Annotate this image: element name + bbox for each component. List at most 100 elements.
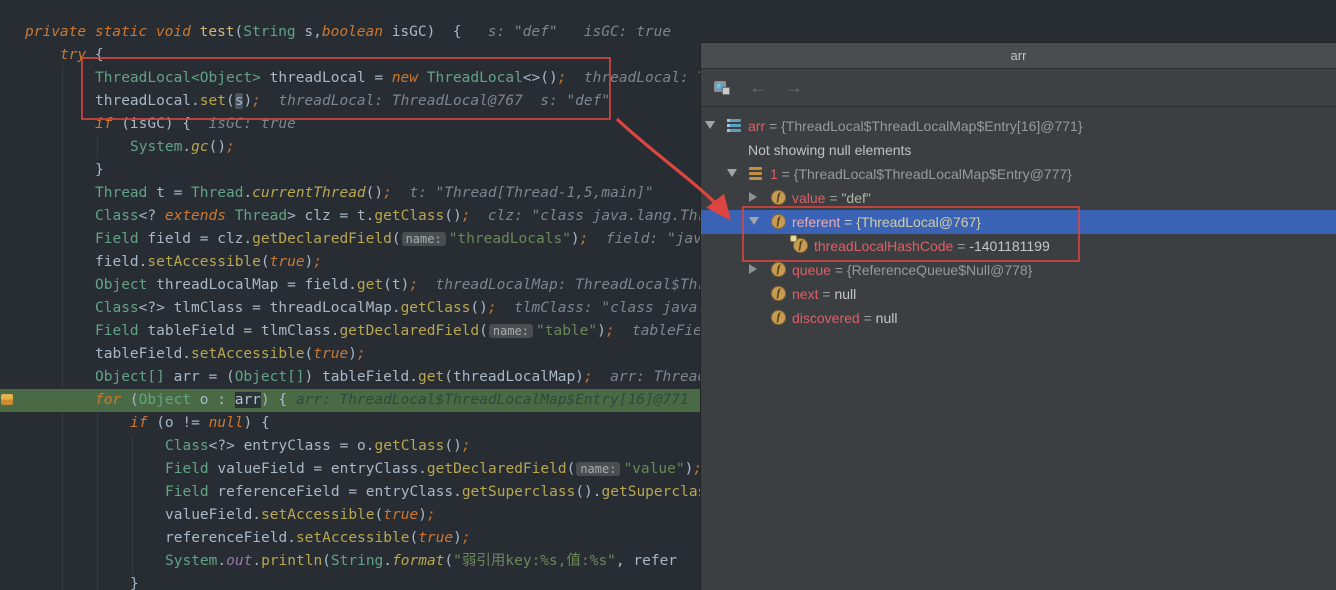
code-token: String bbox=[243, 24, 295, 40]
code-token: . bbox=[252, 553, 261, 569]
debugger-inline-hint: arr: ThreadLocal$ThreadLocalMap$Entry[16… bbox=[296, 392, 689, 408]
collapse-arrow-icon[interactable] bbox=[749, 217, 759, 225]
code-token: valueField. bbox=[165, 507, 261, 523]
code-token: for bbox=[95, 392, 121, 408]
code-token: ; bbox=[383, 185, 392, 201]
code-token: ) { bbox=[244, 415, 270, 431]
field-icon: f bbox=[771, 190, 786, 205]
code-token: () bbox=[444, 208, 461, 224]
code-token: ( bbox=[392, 231, 401, 247]
field-icon: f bbox=[771, 214, 786, 229]
code-token: ) bbox=[418, 507, 427, 523]
equals-sign: = bbox=[818, 286, 834, 302]
code-token: ; bbox=[462, 530, 471, 546]
variable-row-queue[interactable]: fqueue = {ReferenceQueue$Null@778} bbox=[701, 258, 1336, 282]
code-token: ; bbox=[606, 323, 615, 339]
variable-row-value[interactable]: fvalue = "def" bbox=[701, 186, 1336, 210]
code-token: true bbox=[313, 346, 348, 362]
forward-button[interactable]: → bbox=[783, 77, 805, 99]
code-token: get bbox=[357, 277, 383, 293]
variable-row-discovered[interactable]: f discovered = null bbox=[701, 306, 1336, 330]
variable-text: queue = {ReferenceQueue$Null@778} bbox=[792, 258, 1032, 282]
code-token: getSuperclass bbox=[462, 484, 576, 500]
variable-name: referent bbox=[792, 214, 840, 230]
code-token: Thread bbox=[191, 185, 243, 201]
code-token: String bbox=[331, 553, 383, 569]
variable-row-threadLocalHashCode[interactable]: fthreadLocalHashCode = -1401181199 bbox=[701, 234, 1336, 258]
back-button[interactable]: ← bbox=[747, 77, 769, 99]
final-field-badge bbox=[790, 235, 797, 242]
code-token: tableField. bbox=[95, 346, 191, 362]
view-as-icon bbox=[714, 81, 730, 95]
code-token: format bbox=[392, 553, 444, 569]
code-token: ) bbox=[243, 93, 252, 109]
variables-tree: arr = {ThreadLocal$ThreadLocalMap$Entry[… bbox=[701, 114, 1336, 590]
code-token: Thread bbox=[235, 208, 287, 224]
code-token: arr bbox=[235, 392, 261, 408]
popup-title[interactable]: arr bbox=[701, 43, 1336, 69]
code-token: Class bbox=[95, 300, 139, 316]
tree-note-row[interactable]: Not showing null elements bbox=[701, 138, 1336, 162]
equals-sign: = bbox=[840, 214, 856, 230]
variable-row-arr[interactable]: arr = {ThreadLocal$ThreadLocalMap$Entry[… bbox=[701, 114, 1336, 138]
variable-value: {ReferenceQueue$Null@778} bbox=[847, 262, 1032, 278]
array-icon bbox=[727, 119, 741, 132]
code-token: . bbox=[383, 553, 392, 569]
code-token: (o != bbox=[147, 415, 208, 431]
code-token: new bbox=[392, 70, 418, 86]
code-token: referenceField = entryClass. bbox=[209, 484, 462, 500]
debugger-inline-hint: s: "def" isGC: true bbox=[470, 24, 671, 40]
code-token: ( bbox=[322, 553, 331, 569]
collapse-arrow-icon[interactable] bbox=[705, 121, 715, 129]
code-token: set bbox=[200, 93, 226, 109]
variables-view-icon[interactable] bbox=[711, 77, 733, 99]
equals-sign: = bbox=[953, 238, 969, 254]
code-token: () bbox=[444, 438, 461, 454]
variable-row-next[interactable]: fnext = null bbox=[701, 282, 1336, 306]
code-token: ) bbox=[571, 231, 580, 247]
variable-name: value bbox=[792, 190, 825, 206]
code-token: , refer bbox=[616, 553, 677, 569]
code-token: . bbox=[243, 185, 252, 201]
code-token: ; bbox=[357, 346, 366, 362]
code-token: "弱引用key:%s,值:%s" bbox=[453, 553, 616, 569]
code-token: getClass bbox=[375, 438, 445, 454]
code-token: "threadLocals" bbox=[449, 231, 571, 247]
code-token: ; bbox=[409, 277, 418, 293]
expand-arrow-icon[interactable] bbox=[749, 192, 757, 202]
equals-sign: = bbox=[825, 190, 841, 206]
code-token: s, bbox=[296, 24, 322, 40]
variable-value: {ThreadLocal$ThreadLocalMap$Entry@777} bbox=[794, 166, 1072, 182]
field-icon: f bbox=[771, 310, 786, 325]
code-token: Object bbox=[95, 277, 147, 293]
code-token: ( bbox=[567, 461, 576, 477]
bookmark-icon[interactable] bbox=[1, 394, 13, 405]
field-icon: f bbox=[771, 286, 786, 301]
equals-sign: = bbox=[778, 166, 794, 182]
code-token: ThreadLocal<Object> bbox=[95, 70, 261, 86]
code-token: setAccessible bbox=[191, 346, 305, 362]
equals-sign: = bbox=[831, 262, 847, 278]
variable-text: discovered = null bbox=[792, 306, 897, 330]
code-line[interactable]: private static void test(String s,boolea… bbox=[0, 21, 1336, 44]
param-name-hint: name: bbox=[489, 324, 533, 338]
expand-arrow-icon[interactable] bbox=[749, 264, 757, 274]
code-token: ) bbox=[597, 323, 606, 339]
code-token: getClass bbox=[401, 300, 471, 316]
entry-value-icon bbox=[749, 167, 762, 180]
variable-text: 1 = {ThreadLocal$ThreadLocalMap$Entry@77… bbox=[770, 162, 1072, 186]
code-token: if bbox=[95, 116, 112, 132]
code-token: Object[] bbox=[235, 369, 305, 385]
code-token: ( bbox=[479, 323, 488, 339]
collapse-arrow-icon[interactable] bbox=[727, 169, 737, 177]
variable-row-1[interactable]: 1 = {ThreadLocal$ThreadLocalMap$Entry@77… bbox=[701, 162, 1336, 186]
equals-sign: = bbox=[860, 310, 876, 326]
code-token: currentThread bbox=[252, 185, 366, 201]
variable-text: threadLocalHashCode = -1401181199 bbox=[814, 234, 1050, 258]
variable-row-referent[interactable]: freferent = {ThreadLocal@767} bbox=[701, 210, 1336, 234]
code-token: . bbox=[182, 139, 191, 155]
code-token bbox=[226, 208, 235, 224]
variable-value: "def" bbox=[841, 190, 870, 206]
code-token: boolean bbox=[322, 24, 383, 40]
code-token: ) bbox=[453, 530, 462, 546]
